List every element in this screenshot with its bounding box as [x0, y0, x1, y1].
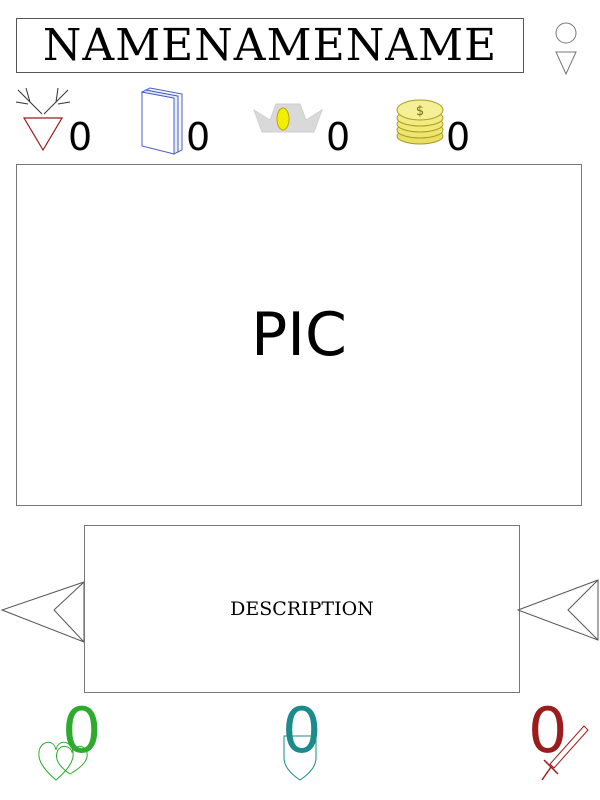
- antler-shield-icon: [15, 87, 71, 152]
- character-name: NAMENAMENAME: [42, 19, 498, 71]
- defense-count: 0: [282, 694, 322, 767]
- svg-text:$: $: [416, 104, 424, 119]
- stat-count-book: 0: [186, 115, 211, 159]
- picture-label: PIC: [251, 300, 347, 370]
- stat-count-crown: 0: [326, 115, 351, 159]
- coin-stack-icon: $: [394, 98, 446, 146]
- picture-area: PIC: [16, 164, 582, 506]
- book-icon: [140, 87, 184, 156]
- description-box: DESCRIPTION: [84, 525, 520, 693]
- name-box: NAMENAMENAME: [16, 18, 524, 73]
- crown-icon: [253, 100, 323, 142]
- left-arrow-icon[interactable]: [0, 580, 86, 644]
- attack-count: 0: [528, 694, 568, 767]
- stat-count-coins: 0: [446, 115, 471, 159]
- person-silhouette-icon[interactable]: [552, 22, 580, 76]
- health-count: 0: [62, 694, 102, 767]
- right-arrow-icon[interactable]: [516, 578, 600, 644]
- stat-count-antler: 0: [68, 115, 93, 159]
- description-label: DESCRIPTION: [230, 598, 374, 620]
